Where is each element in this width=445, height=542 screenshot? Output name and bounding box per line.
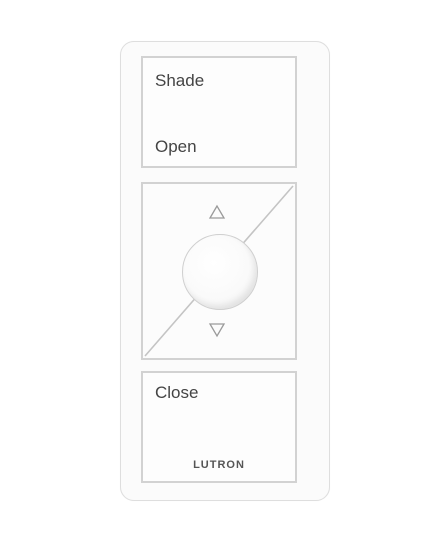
favorite-button[interactable] — [182, 234, 258, 310]
shade-close-button[interactable]: Close LUTRON — [141, 371, 297, 483]
brand-logo: LUTRON — [193, 459, 245, 471]
shade-open-button[interactable]: Shade Open — [141, 56, 297, 168]
open-label: Open — [155, 137, 197, 156]
close-label: Close — [155, 383, 199, 402]
shade-label: Shade — [155, 71, 205, 90]
